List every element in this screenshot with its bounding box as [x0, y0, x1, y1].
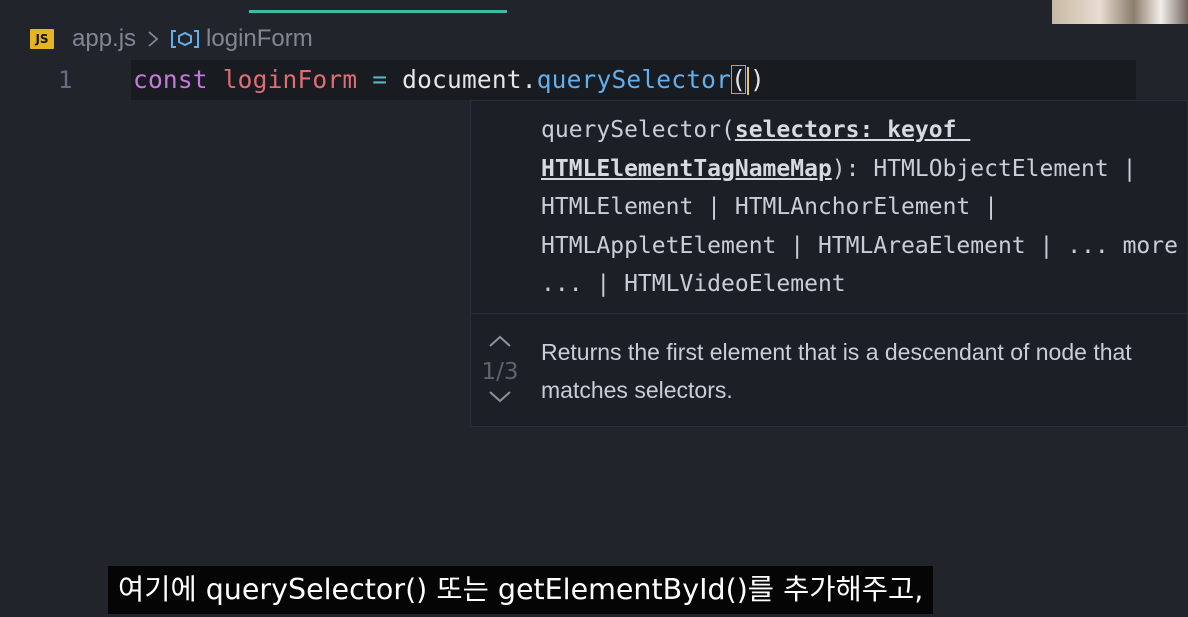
object-token: document — [402, 65, 522, 94]
code-text[interactable]: const loginForm = document.querySelector… — [133, 65, 765, 95]
hint-divider — [471, 313, 1188, 314]
method-token: querySelector — [536, 65, 732, 94]
video-subtitle: 여기에 querySelector() 또는 getElementById()를… — [108, 566, 934, 614]
chevron-down-icon[interactable] — [471, 389, 529, 411]
operator-token: = — [372, 65, 388, 94]
code-line[interactable]: 1 const loginForm = document.querySelect… — [0, 60, 1188, 100]
close-paren-token: ) — [750, 65, 765, 94]
breadcrumb-symbol[interactable]: loginForm — [206, 25, 313, 53]
javascript-file-icon: JS — [30, 29, 54, 49]
parameter-hint-popup: querySelector(selectors: keyof HTMLEleme… — [470, 100, 1188, 427]
variable-token: loginForm — [222, 65, 358, 94]
chevron-up-icon[interactable] — [471, 333, 529, 355]
text-cursor — [747, 67, 750, 95]
chevron-right-icon — [146, 29, 160, 49]
open-paren-token: ( — [731, 65, 747, 94]
method-description: Returns the first element that is a desc… — [541, 339, 1132, 403]
overload-navigator: 1/3 — [471, 333, 529, 411]
signature-text: querySelector(selectors: keyof HTMLEleme… — [541, 111, 1188, 304]
signature-prefix: querySelector( — [541, 117, 735, 143]
dot-token: . — [521, 65, 537, 94]
active-tab-indicator — [249, 10, 507, 13]
breadcrumb-file[interactable]: app.js — [72, 25, 136, 53]
overload-counter: 1/3 — [481, 359, 519, 385]
line-number: 1 — [58, 66, 73, 94]
webcam-overlay — [1052, 0, 1188, 24]
breadcrumb: JS app.js loginForm — [30, 22, 313, 56]
keyword-token: const — [133, 65, 208, 94]
variable-symbol-icon — [170, 28, 200, 50]
